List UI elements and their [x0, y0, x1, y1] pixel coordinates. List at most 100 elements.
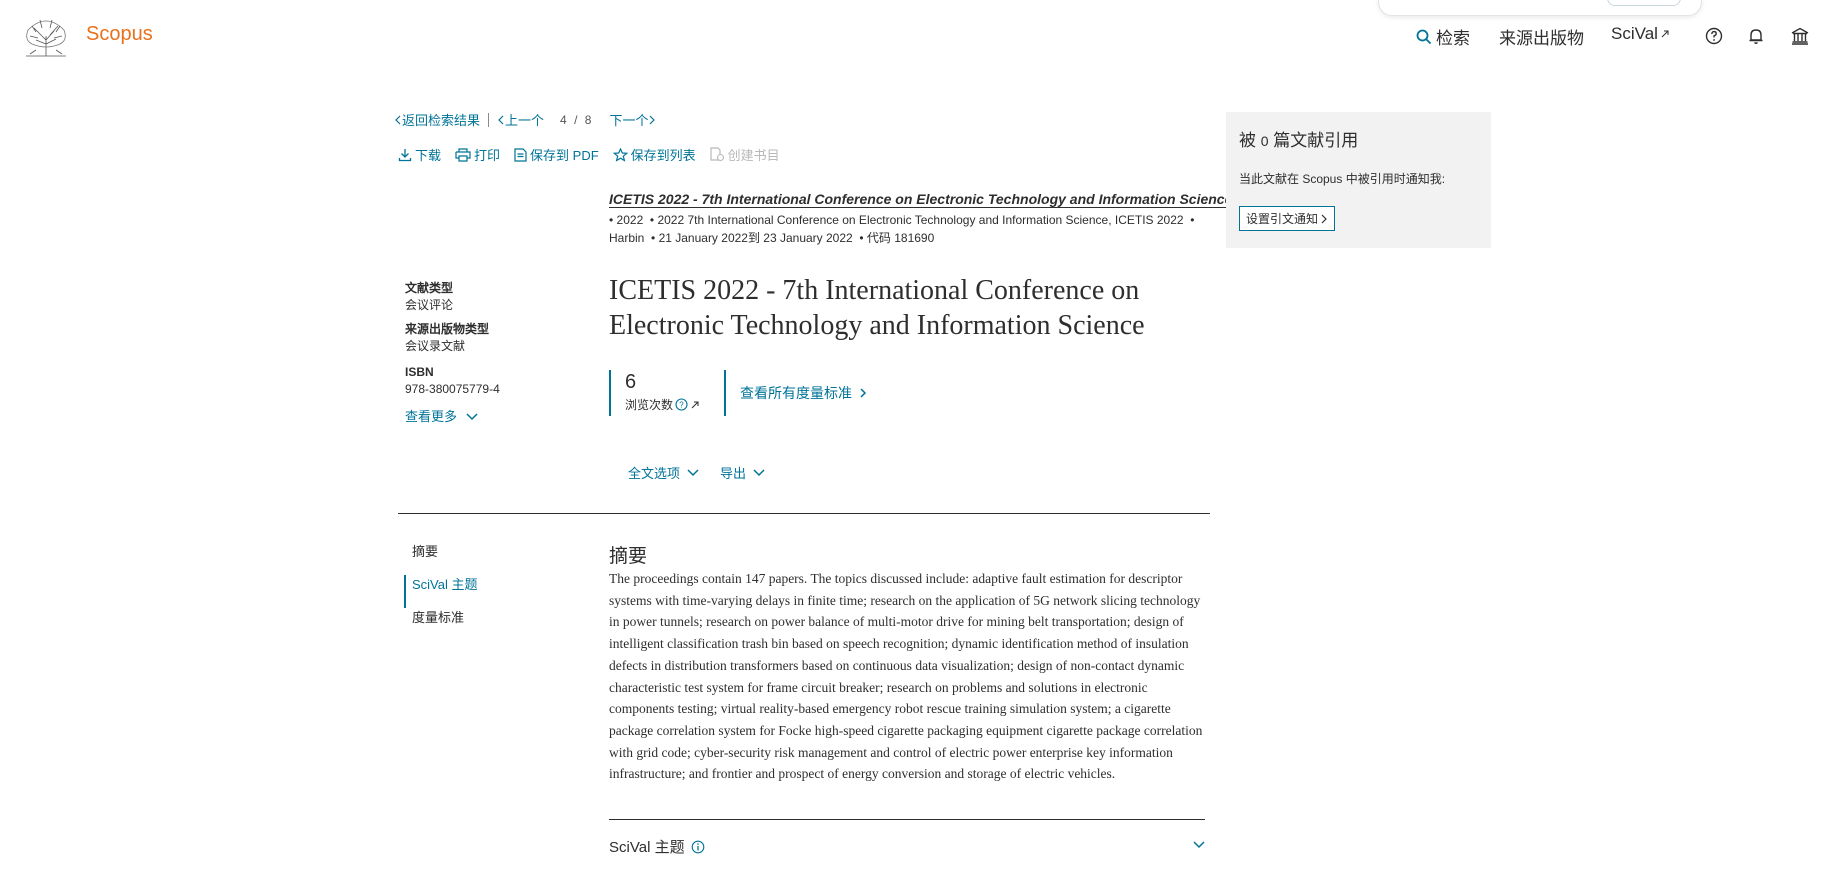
scopus-brand[interactable]: Scopus — [86, 23, 153, 46]
view-all-metrics-label: 查看所有度量标准 — [740, 385, 852, 401]
chevron-down-icon — [753, 468, 765, 476]
scival-topics-section: SciVal 主题 — [609, 836, 705, 857]
chevron-right-icon — [860, 388, 867, 398]
question-circle-icon[interactable]: ? — [675, 398, 688, 411]
result-total: 8 — [584, 112, 592, 127]
prev-label: 上一个 — [505, 113, 545, 128]
chevron-down-icon — [687, 468, 699, 476]
result-current: 4 — [560, 112, 567, 127]
cited-by-panel: 被 0 篇文献引用 当此文献在 Scopus 中被引用时通知我: 设置引文通知 — [1226, 112, 1491, 248]
print-icon — [455, 147, 471, 162]
views-label: 浏览次数 — [625, 398, 674, 412]
sidenav-item-metrics[interactable]: 度量标准 — [404, 608, 478, 641]
chevron-left-icon — [498, 115, 504, 124]
divider — [488, 112, 490, 127]
save-pdf-button[interactable]: 保存到 PDF — [514, 145, 599, 164]
external-link-icon — [1661, 30, 1669, 38]
cited-by-notify-text: 当此文献在 Scopus 中被引用时通知我: — [1239, 172, 1446, 186]
set-citation-alert-button[interactable]: 设置引文通知 — [1239, 206, 1336, 231]
chevron-left-icon — [395, 115, 401, 124]
nav-sources[interactable]: 来源出版物 — [1499, 24, 1584, 49]
print-label: 打印 — [474, 148, 501, 163]
see-more-label: 查看更多 — [405, 409, 458, 424]
nav-search-label: 检索 — [1436, 29, 1470, 48]
conference-dates: 21 January 2022到 23 January 2022 — [658, 231, 853, 245]
views-metric: 6 浏览次数 ? — [609, 370, 725, 416]
help-icon[interactable] — [1704, 26, 1724, 46]
download-label: 下载 — [415, 148, 442, 163]
pdf-file-icon — [514, 147, 527, 162]
source-type-label: 来源出版物类型 — [405, 322, 490, 336]
views-label-row: 浏览次数 ? — [625, 396, 725, 413]
see-more-button[interactable]: 查看更多 — [405, 408, 479, 425]
full-text-options-label: 全文选项 — [628, 466, 681, 481]
back-label: 返回检索结果 — [402, 113, 481, 128]
elsevier-tree-logo[interactable] — [22, 14, 70, 58]
isbn-value: 978-380075779-4 — [405, 382, 500, 396]
result-position: 4 / 8 — [560, 113, 591, 127]
abstract-heading: 摘要 — [609, 546, 648, 567]
conference-full-name: 2022 7th International Conference on Ele… — [657, 213, 1184, 227]
star-icon — [612, 147, 628, 162]
doc-type-label: 文献类型 — [405, 281, 454, 295]
nav-scival-label: SciVal — [1611, 24, 1658, 43]
conference-city: Harbin — [609, 231, 645, 245]
create-bibliography-label: 创建书目 — [727, 148, 780, 163]
full-text-options-dropdown[interactable]: 全文选项 — [628, 463, 700, 482]
export-label: 导出 — [720, 466, 747, 481]
prev-link[interactable]: 上一个 — [497, 110, 544, 129]
print-button[interactable]: 打印 — [455, 145, 500, 164]
cited-by-suffix: 篇文献引用 — [1273, 131, 1359, 150]
create-bibliography-button[interactable]: 创建书目 — [710, 145, 780, 164]
nav-scival[interactable]: SciVal — [1611, 24, 1670, 44]
export-dropdown[interactable]: 导出 — [720, 463, 766, 482]
isbn-block: ISBN 978-380075779-4 — [405, 364, 500, 398]
bell-icon[interactable] — [1746, 26, 1766, 46]
sidenav-item-abstract[interactable]: 摘要 — [404, 542, 478, 575]
bibliography-icon — [710, 147, 724, 162]
abstract-divider — [609, 819, 1205, 820]
source-type-block: 来源出版物类型 会议录文献 — [405, 321, 489, 355]
save-pdf-label: 保存到 PDF — [530, 148, 599, 163]
set-citation-alert-label: 设置引文通知 — [1246, 212, 1319, 226]
panel-pill — [1607, 0, 1681, 6]
chevron-down-icon[interactable] — [1192, 840, 1206, 850]
views-count: 6 — [625, 371, 637, 393]
scival-topics-heading: SciVal 主题 — [609, 839, 685, 856]
breadcrumb: 返回检索结果 上一个 4 / 8 下一个 — [394, 110, 656, 129]
topnav-search[interactable]: 检索 — [1416, 24, 1470, 49]
document-actions: 全文选项 导出 — [628, 463, 786, 482]
institution-icon[interactable] — [1790, 26, 1810, 46]
chevron-right-icon — [650, 115, 656, 124]
conference-source-link[interactable]: ICETIS 2022 - 7th International Conferen… — [609, 191, 1233, 208]
search-icon — [1416, 29, 1432, 44]
download-icon — [398, 148, 412, 161]
next-label: 下一个 — [609, 113, 649, 128]
sidenav-item-scival-topics[interactable]: SciVal 主题 — [404, 575, 478, 608]
svg-text:?: ? — [679, 400, 684, 409]
save-to-list-label: 保存到列表 — [630, 148, 696, 163]
save-to-list-button[interactable]: 保存到列表 — [612, 145, 696, 164]
download-button[interactable]: 下载 — [398, 145, 441, 164]
dropdown-panel-edge — [1378, 0, 1702, 16]
doc-type-block: 文献类型 会议评论 — [405, 280, 453, 314]
isbn-label: ISBN — [405, 365, 434, 379]
cited-by-count: 0 — [1260, 133, 1269, 149]
external-link-icon[interactable] — [690, 400, 700, 410]
conference-code: 代码 181690 — [866, 231, 935, 245]
doc-type-value: 会议评论 — [405, 298, 454, 312]
conference-year: 2022 — [616, 213, 644, 227]
cited-by-prefix: 被 — [1239, 131, 1256, 150]
section-divider — [398, 513, 1210, 514]
conference-meta: • 2022 • 2022 7th International Conferen… — [609, 213, 1195, 245]
document-toolbar: 下载 打印 保存到 PDF 保存到列表 创建书目 — [398, 145, 794, 164]
info-icon[interactable] — [691, 840, 705, 854]
next-link[interactable]: 下一个 — [609, 110, 656, 129]
section-nav: 摘要 SciVal 主题 度量标准 — [404, 542, 478, 641]
chevron-right-icon — [1321, 214, 1327, 223]
back-to-results-link[interactable]: 返回检索结果 — [394, 110, 480, 129]
view-all-metrics-link[interactable]: 查看所有度量标准 — [724, 370, 868, 416]
source-type-value: 会议录文献 — [405, 339, 466, 353]
result-separator: / — [574, 112, 578, 127]
cited-by-heading: 被 0 篇文献引用 — [1239, 126, 1358, 151]
